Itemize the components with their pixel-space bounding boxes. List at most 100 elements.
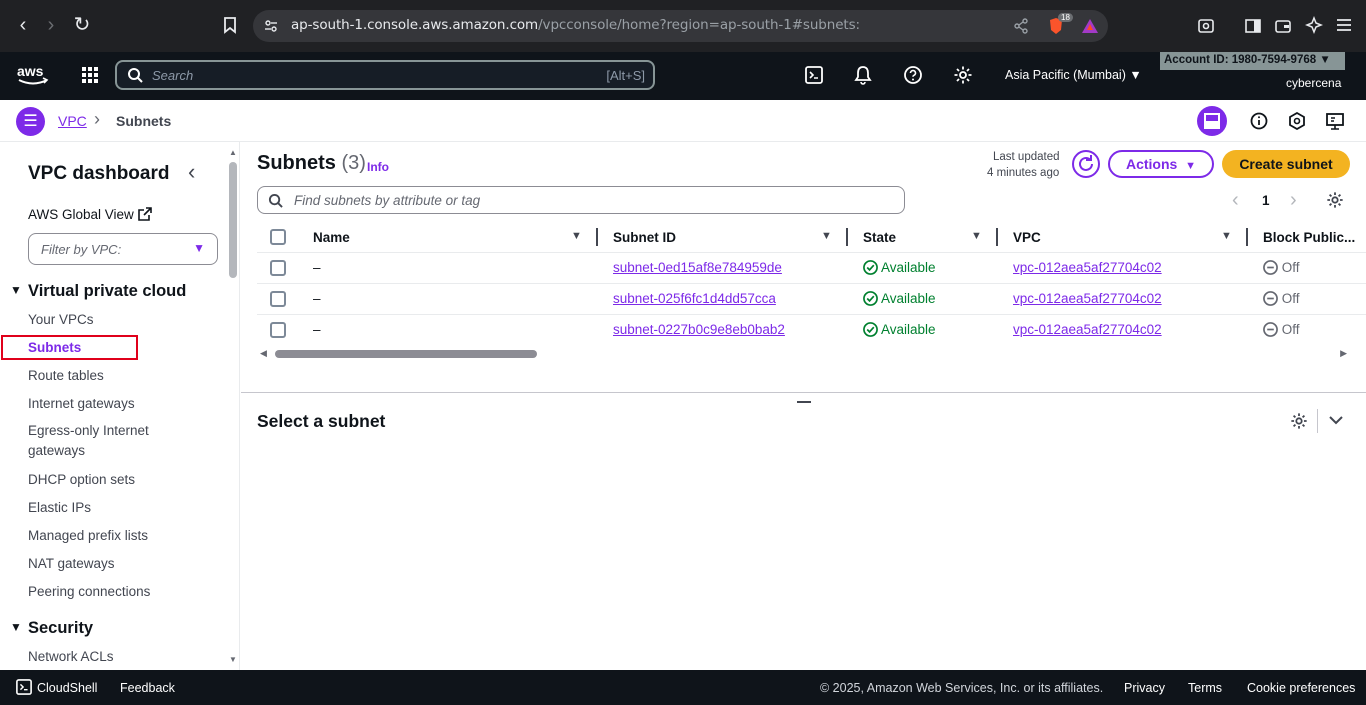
cloudshell-icon[interactable] bbox=[16, 679, 32, 695]
site-settings-icon[interactable] bbox=[263, 18, 279, 34]
column-resizer[interactable] bbox=[1246, 228, 1248, 246]
sidebar-item-elastic-ips[interactable]: Elastic IPs bbox=[28, 500, 91, 515]
column-resizer[interactable] bbox=[846, 228, 848, 246]
back-icon[interactable]: ‹ bbox=[12, 14, 34, 36]
forward-icon[interactable]: › bbox=[40, 14, 62, 36]
select-all-checkbox[interactable] bbox=[270, 229, 286, 245]
sort-caret-icon[interactable]: ▼ bbox=[571, 230, 582, 242]
next-page-icon[interactable]: › bbox=[1290, 189, 1297, 212]
bookmark-icon[interactable] bbox=[219, 14, 241, 36]
cloudshell-icon[interactable] bbox=[805, 66, 823, 84]
sidebar-scrollbar[interactable]: ▲ ▼ bbox=[229, 148, 237, 664]
sort-caret-icon[interactable]: ▼ bbox=[1221, 230, 1232, 242]
table-row[interactable] bbox=[257, 283, 1366, 314]
info-panel-icon[interactable] bbox=[1250, 112, 1268, 130]
section-virtual-private-cloud[interactable]: Virtual private cloud bbox=[28, 282, 186, 301]
sidebar-item-network-acls[interactable]: Network ACLs bbox=[28, 649, 114, 664]
scrollbar-thumb[interactable] bbox=[275, 350, 537, 358]
split-panel-settings-icon[interactable] bbox=[1290, 412, 1308, 430]
table-preferences-icon[interactable] bbox=[1326, 191, 1344, 209]
reload-icon[interactable]: ↻ bbox=[71, 14, 93, 36]
split-panel-resize-handle[interactable] bbox=[797, 401, 811, 403]
vpc-id-link[interactable]: vpc-012aea5af27704c02 bbox=[1013, 322, 1162, 337]
column-resizer[interactable] bbox=[996, 228, 998, 246]
notifications-icon[interactable] bbox=[854, 65, 872, 85]
column-header-subnet-id[interactable]: Subnet ID bbox=[613, 230, 676, 245]
chevron-down-icon[interactable] bbox=[1328, 414, 1344, 426]
scroll-down-icon[interactable]: ▼ bbox=[229, 655, 237, 664]
sidebar-item-your-vpcs[interactable]: Your VPCs bbox=[28, 312, 94, 327]
column-header-vpc[interactable]: VPC bbox=[1013, 230, 1041, 245]
current-page-number[interactable]: 1 bbox=[1262, 193, 1270, 208]
region-selector[interactable]: Asia Pacific (Mumbai) ▼ bbox=[1005, 68, 1142, 82]
caret-down-icon[interactable]: ▼ bbox=[10, 620, 22, 634]
screenshot-icon[interactable] bbox=[1197, 17, 1215, 35]
info-link[interactable]: Info bbox=[367, 160, 389, 174]
scroll-right-icon[interactable]: ▶ bbox=[1340, 348, 1347, 359]
column-resizer[interactable] bbox=[596, 228, 598, 246]
sidebar-toggle-icon[interactable] bbox=[1244, 17, 1262, 35]
cookie-preferences-link[interactable]: Cookie preferences bbox=[1247, 681, 1355, 695]
aws-logo[interactable]: aws bbox=[17, 63, 49, 87]
scrollbar-thumb[interactable] bbox=[229, 162, 237, 278]
sidebar-item-dhcp-option-sets[interactable]: DHCP option sets bbox=[28, 472, 135, 487]
sidebar-item-nat-gateways[interactable]: NAT gateways bbox=[28, 556, 115, 571]
split-panel-icon[interactable] bbox=[1197, 106, 1227, 136]
subnet-id-link[interactable]: subnet-0227b0c9e8eb0bab2 bbox=[613, 322, 785, 337]
search-input[interactable]: Search [Alt+S] bbox=[115, 60, 655, 90]
column-header-state[interactable]: State bbox=[863, 230, 896, 245]
tutorial-icon[interactable] bbox=[1326, 112, 1344, 130]
resources-icon[interactable] bbox=[1288, 112, 1306, 130]
brave-rewards-icon[interactable] bbox=[1081, 17, 1099, 35]
subnet-filter-input[interactable]: Find subnets by attribute or tag bbox=[257, 186, 905, 214]
breadcrumb-vpc[interactable]: VPC bbox=[58, 113, 87, 129]
sidebar-item-managed-prefix-lists[interactable]: Managed prefix lists bbox=[28, 528, 148, 543]
column-header-block-public[interactable]: Block Public... bbox=[1263, 230, 1355, 245]
scroll-left-icon[interactable]: ◀ bbox=[260, 348, 267, 359]
privacy-link[interactable]: Privacy bbox=[1124, 681, 1165, 695]
filter-by-vpc-select[interactable]: Filter by VPC: ▼ bbox=[28, 233, 218, 265]
subnet-id-link[interactable]: subnet-0ed15af8e784959de bbox=[613, 260, 782, 275]
actions-button[interactable]: Actions ▼ bbox=[1108, 150, 1214, 178]
services-grid-icon[interactable] bbox=[81, 66, 99, 84]
caret-down-icon[interactable]: ▼ bbox=[10, 283, 22, 297]
sidebar-item-peering-connections[interactable]: Peering connections bbox=[28, 584, 150, 599]
column-header-name[interactable]: Name bbox=[313, 230, 350, 245]
menu-icon[interactable] bbox=[1336, 17, 1352, 33]
wallet-icon[interactable] bbox=[1274, 17, 1292, 35]
sidebar-title[interactable]: VPC dashboard bbox=[28, 163, 169, 185]
table-row[interactable] bbox=[257, 314, 1366, 345]
share-icon[interactable] bbox=[1013, 18, 1029, 34]
previous-page-icon[interactable]: ‹ bbox=[1232, 189, 1239, 212]
scroll-up-icon[interactable]: ▲ bbox=[229, 148, 237, 157]
refresh-button[interactable] bbox=[1072, 150, 1100, 178]
account-id-badge[interactable]: Account ID: 1980-7594-9768 ▼ bbox=[1160, 52, 1345, 70]
vpc-id-link[interactable]: vpc-012aea5af27704c02 bbox=[1013, 291, 1162, 306]
user-menu[interactable]: cybercena bbox=[1286, 76, 1341, 90]
row-checkbox[interactable] bbox=[270, 322, 286, 338]
vpc-id-link[interactable]: vpc-012aea5af27704c02 bbox=[1013, 260, 1162, 275]
sidebar-item-subnets[interactable]: Subnets bbox=[28, 340, 81, 355]
table-row[interactable] bbox=[257, 252, 1366, 283]
subnet-id-link[interactable]: subnet-025f6fc1d4dd57cca bbox=[613, 291, 776, 306]
collapse-sidebar-icon[interactable]: ‹ bbox=[188, 159, 195, 185]
row-checkbox[interactable] bbox=[270, 291, 286, 307]
hamburger-menu-icon[interactable]: ☰ bbox=[16, 107, 45, 136]
sidebar-item-route-tables[interactable]: Route tables bbox=[28, 368, 104, 383]
sort-caret-icon[interactable]: ▼ bbox=[971, 230, 982, 242]
sidebar-item-egress-only-gateways[interactable]: Egress-only Internet gateways bbox=[28, 421, 178, 461]
cloudshell-link[interactable]: CloudShell bbox=[37, 681, 97, 695]
terms-link[interactable]: Terms bbox=[1188, 681, 1222, 695]
section-security[interactable]: Security bbox=[28, 619, 93, 638]
leo-ai-icon[interactable] bbox=[1305, 16, 1323, 34]
row-checkbox[interactable] bbox=[270, 260, 286, 276]
sidebar-item-internet-gateways[interactable]: Internet gateways bbox=[28, 396, 135, 411]
settings-gear-icon[interactable] bbox=[953, 65, 973, 85]
help-icon[interactable] bbox=[903, 65, 923, 85]
address-bar[interactable]: ap-south-1.console.aws.amazon.com/vpccon… bbox=[253, 10, 1108, 42]
feedback-link[interactable]: Feedback bbox=[120, 681, 175, 695]
create-subnet-button[interactable]: Create subnet bbox=[1222, 150, 1350, 178]
sort-caret-icon[interactable]: ▼ bbox=[821, 230, 832, 242]
table-horizontal-scrollbar[interactable]: ◀ ▶ bbox=[257, 348, 1347, 360]
global-view-link[interactable]: AWS Global View bbox=[28, 207, 152, 222]
